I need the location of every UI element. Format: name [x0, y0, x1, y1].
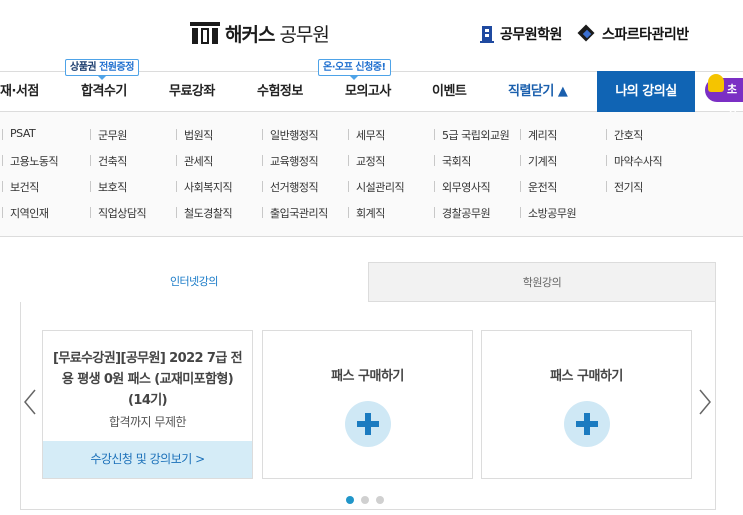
- category-item[interactable]: 전기직: [606, 179, 643, 195]
- category-item[interactable]: 국회직: [434, 153, 471, 169]
- pass-card[interactable]: 패스 구매하기: [262, 330, 473, 479]
- lecture-card-title: [무료수강권][공무원] 2022 7급 전용 평생 0원 패스 (교재미포함형…: [53, 351, 243, 408]
- enroll-button[interactable]: 수강신청 및 강의보기 >: [43, 441, 252, 478]
- tab-online-lectures[interactable]: 인터넷강의: [20, 262, 368, 302]
- bell-icon: [708, 74, 724, 92]
- gift-badge-prefix: 상품권: [70, 62, 97, 73]
- academy-link-label: 공무원학원: [500, 27, 562, 43]
- lecture-card-subtitle: 합격까지 무제한: [108, 415, 187, 429]
- category-item[interactable]: 건축직: [90, 153, 127, 169]
- nav-item-bookstore[interactable]: 재·서점: [0, 72, 39, 112]
- nav-item-events[interactable]: 이벤트: [432, 72, 467, 112]
- main-navigation: 재·서점 합격수기 무료강좌 수험정보 모의고사 이벤트 직렬닫기 ▲ 나의 강…: [0, 71, 743, 113]
- my-classroom-button[interactable]: 나의 강의실: [597, 71, 695, 113]
- category-item[interactable]: 직업상담직: [90, 205, 147, 221]
- plus-icon[interactable]: [345, 401, 391, 447]
- building-icon: [480, 25, 494, 43]
- category-item[interactable]: 지역인재: [2, 205, 49, 221]
- category-item[interactable]: 교정직: [348, 153, 385, 169]
- category-item[interactable]: 고용노동직: [2, 153, 59, 169]
- nav-item-exam-info[interactable]: 수험정보: [257, 72, 303, 112]
- category-item[interactable]: 일반행정직: [262, 127, 319, 143]
- category-item[interactable]: 5급 국립외교원: [434, 127, 510, 143]
- sparta-link-label: 스파르타관리반: [602, 27, 689, 43]
- logo-brand-text: 해커스: [225, 23, 275, 46]
- academy-link[interactable]: 공무원학원: [480, 24, 562, 44]
- category-item[interactable]: PSAT: [2, 127, 36, 140]
- chevron-left-icon[interactable]: [22, 387, 38, 417]
- sparta-helmet-icon: [577, 24, 596, 43]
- chevron-right-icon[interactable]: [697, 387, 713, 417]
- category-item[interactable]: 기계직: [520, 153, 557, 169]
- category-item[interactable]: 출입국관리직: [262, 205, 328, 221]
- nav-item-free-lectures[interactable]: 무료강좌: [169, 72, 215, 112]
- pass-card-title: 패스 구매하기: [331, 369, 404, 384]
- category-item[interactable]: 경찰공무원: [434, 205, 491, 221]
- site-logo[interactable]: 해커스 공무원: [190, 20, 330, 46]
- category-item[interactable]: 교육행정직: [262, 153, 319, 169]
- category-item[interactable]: 회계직: [348, 205, 385, 221]
- category-item[interactable]: 관세직: [176, 153, 213, 169]
- nav-item-close-categories[interactable]: 직렬닫기 ▲: [508, 72, 568, 112]
- carousel-pagination: [346, 496, 384, 504]
- category-item[interactable]: 운전직: [520, 179, 557, 195]
- logo-sub-text: 공무원: [279, 23, 329, 46]
- pass-card[interactable]: 패스 구매하기: [481, 330, 692, 479]
- category-item[interactable]: 보호직: [90, 179, 127, 195]
- online-offline-badge: 온·오프 신청중!: [318, 59, 391, 80]
- carousel-dot-active[interactable]: [346, 496, 354, 504]
- hackers-logo-icon: [190, 22, 220, 44]
- nav-extra-button[interactable]: 초시: [705, 74, 743, 120]
- category-item[interactable]: 법원직: [176, 127, 213, 143]
- category-item[interactable]: 보건직: [2, 179, 39, 195]
- category-item[interactable]: 세무직: [348, 127, 385, 143]
- plus-icon[interactable]: [564, 401, 610, 447]
- gift-badge-text: 전원증정: [99, 62, 134, 73]
- category-item[interactable]: 마약수사직: [606, 153, 663, 169]
- category-item[interactable]: 선거행정직: [262, 179, 319, 195]
- pass-card-title: 패스 구매하기: [550, 369, 623, 384]
- carousel-dot[interactable]: [361, 496, 369, 504]
- category-item[interactable]: 철도경찰직: [176, 205, 233, 221]
- gift-badge: 상품권 전원증정: [65, 59, 139, 80]
- tab-academy-lectures[interactable]: 학원강의: [368, 262, 716, 302]
- lecture-card[interactable]: [무료수강권][공무원] 2022 7급 전용 평생 0원 패스 (교재미포함형…: [42, 330, 253, 479]
- sparta-link[interactable]: 스파르타관리반: [577, 24, 689, 44]
- carousel-dot[interactable]: [376, 496, 384, 504]
- category-item[interactable]: 간호직: [606, 127, 643, 143]
- category-item[interactable]: 계리직: [520, 127, 557, 143]
- category-item[interactable]: 소방공무원: [520, 205, 577, 221]
- category-item[interactable]: 외무영사직: [434, 179, 491, 195]
- category-menu: PSAT 군무원 법원직 일반행정직 세무직 5급 국립외교원 계리직 간호직 …: [0, 112, 743, 237]
- category-item[interactable]: 시설관리직: [348, 179, 405, 195]
- category-item[interactable]: 사회복지직: [176, 179, 233, 195]
- category-item[interactable]: 군무원: [90, 127, 127, 143]
